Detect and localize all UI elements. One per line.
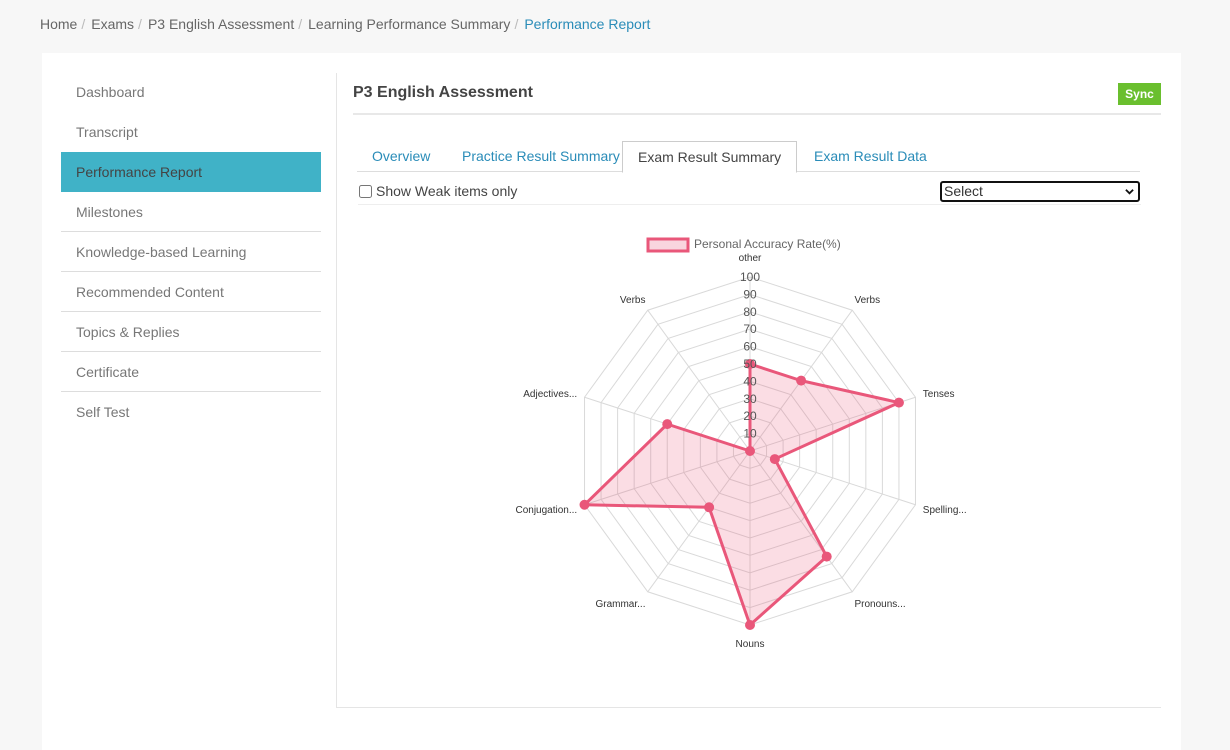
radar-series bbox=[579, 359, 904, 630]
tick-label: 10 bbox=[743, 427, 757, 441]
tick-label: 30 bbox=[743, 392, 757, 406]
content-area: P3 English Assessment Sync Overview Prac… bbox=[336, 73, 1161, 708]
tick-label: 20 bbox=[743, 409, 757, 423]
series-area bbox=[583, 362, 901, 627]
axis-label: Grammar... bbox=[595, 599, 645, 610]
breadcrumb-current: Performance Report bbox=[524, 16, 651, 32]
tick-label: 60 bbox=[743, 340, 757, 354]
legend-label: Personal Accuracy Rate(%) bbox=[694, 237, 841, 251]
legend-swatch bbox=[646, 237, 690, 253]
axis-label: Verbs bbox=[620, 295, 646, 306]
breadcrumb-home[interactable]: Home bbox=[40, 16, 77, 32]
sidebar-item-recommended-content[interactable]: Recommended Content bbox=[61, 272, 321, 312]
data-point-1 bbox=[796, 375, 807, 386]
tick-label: 90 bbox=[743, 287, 757, 301]
tick-label: 70 bbox=[743, 322, 757, 336]
axis-label: other bbox=[739, 253, 762, 264]
sidebar-item-topics-replies[interactable]: Topics & Replies bbox=[61, 312, 321, 352]
sidebar-item-milestones[interactable]: Milestones bbox=[61, 192, 321, 232]
sidebar-item-dashboard[interactable]: Dashboard bbox=[61, 73, 321, 112]
main-panel: Dashboard Transcript Performance Report … bbox=[42, 53, 1181, 750]
axis-label: Spelling... bbox=[923, 505, 967, 516]
sidebar-item-transcript[interactable]: Transcript bbox=[61, 112, 321, 152]
tick-label: 40 bbox=[743, 374, 757, 388]
sidebar-item-self-test[interactable]: Self Test bbox=[61, 392, 321, 432]
axis-label: Verbs bbox=[855, 295, 881, 306]
axis-label: Tenses bbox=[923, 389, 955, 400]
data-point-9 bbox=[745, 446, 755, 456]
data-point-2 bbox=[893, 397, 904, 408]
radar-chart: Personal Accuracy Rate(%) 10 20 30 40 50 60 70… bbox=[515, 237, 967, 650]
sidebar: Dashboard Transcript Performance Report … bbox=[61, 73, 321, 432]
data-point-4 bbox=[821, 551, 832, 562]
data-point-6 bbox=[704, 502, 715, 513]
data-point-7 bbox=[579, 499, 590, 510]
axis-label: Pronouns... bbox=[855, 599, 906, 610]
sidebar-item-certificate[interactable]: Certificate bbox=[61, 352, 321, 392]
data-point-3 bbox=[769, 454, 780, 465]
tick-label: 100 bbox=[740, 270, 760, 284]
axis-label: Conjugation... bbox=[515, 505, 577, 516]
axis-label: Nouns bbox=[736, 639, 765, 650]
sidebar-item-performance-report[interactable]: Performance Report bbox=[61, 152, 321, 192]
breadcrumb: Home / Exams / P3 English Assessment / Lear… bbox=[40, 16, 651, 32]
breadcrumb-assessment[interactable]: P3 English Assessment bbox=[148, 16, 294, 32]
sidebar-item-knowledge-learning[interactable]: Knowledge-based Learning bbox=[61, 232, 321, 272]
breadcrumb-exams[interactable]: Exams bbox=[91, 16, 134, 32]
tick-label: 50 bbox=[743, 357, 757, 371]
data-point-5 bbox=[745, 620, 755, 630]
data-point-8 bbox=[662, 419, 673, 430]
breadcrumb-summary[interactable]: Learning Performance Summary bbox=[308, 16, 510, 32]
axis-label: Adjectives... bbox=[523, 389, 577, 400]
tick-label: 80 bbox=[743, 305, 757, 319]
